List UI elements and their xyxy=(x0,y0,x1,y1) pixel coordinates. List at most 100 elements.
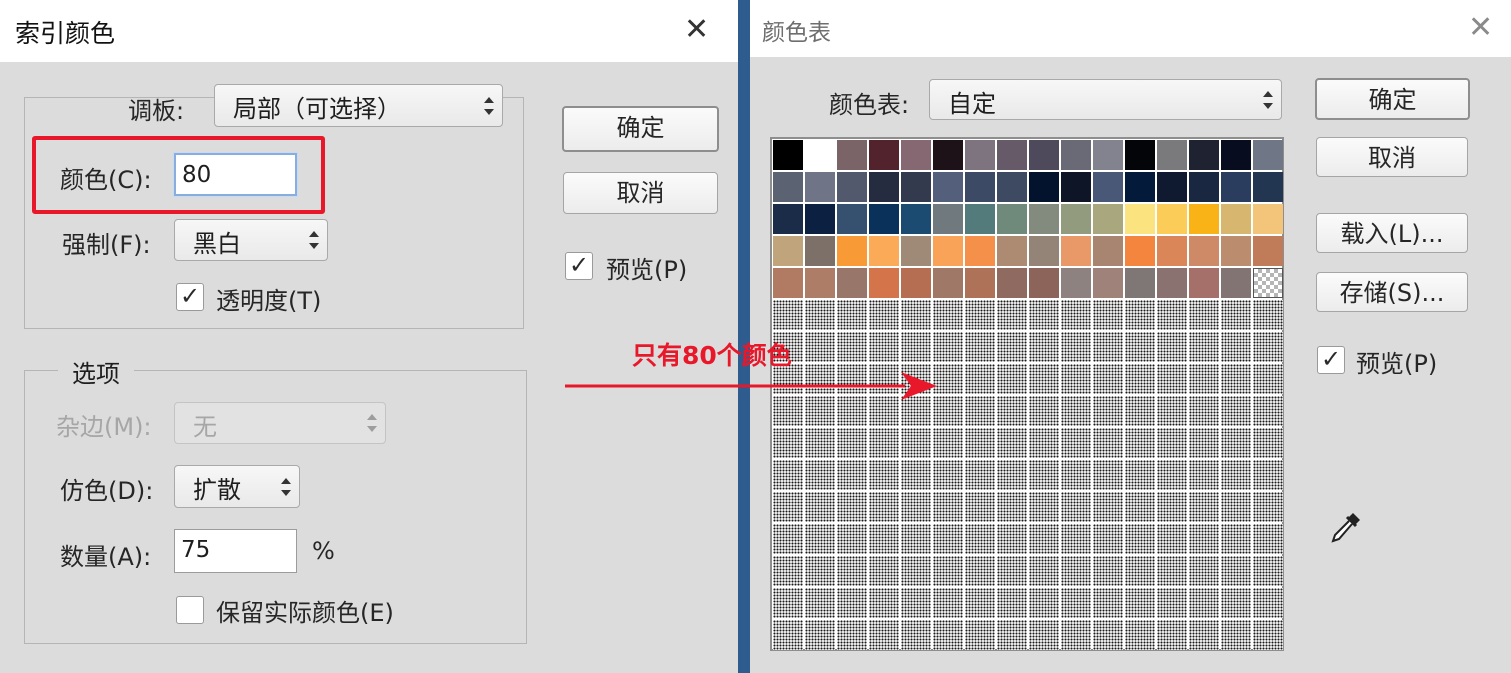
empty-swatch[interactable] xyxy=(1125,396,1155,426)
empty-swatch[interactable] xyxy=(1093,332,1123,362)
empty-swatch[interactable] xyxy=(1157,428,1187,458)
color-swatch[interactable] xyxy=(1253,236,1283,266)
color-swatch[interactable] xyxy=(933,204,963,234)
empty-swatch[interactable] xyxy=(1061,428,1091,458)
empty-swatch[interactable] xyxy=(773,300,803,330)
empty-swatch[interactable] xyxy=(805,460,835,490)
empty-swatch[interactable] xyxy=(997,620,1027,650)
color-swatch[interactable] xyxy=(1221,172,1251,202)
color-swatch[interactable] xyxy=(1125,268,1155,298)
cancel-button[interactable]: 取消 xyxy=(1316,137,1468,177)
empty-swatch[interactable] xyxy=(1221,428,1251,458)
color-swatch[interactable] xyxy=(773,204,803,234)
empty-swatch[interactable] xyxy=(837,332,867,362)
color-swatch[interactable] xyxy=(901,140,931,170)
color-swatch[interactable] xyxy=(997,204,1027,234)
empty-swatch[interactable] xyxy=(1189,428,1219,458)
empty-swatch[interactable] xyxy=(933,492,963,522)
empty-swatch[interactable] xyxy=(901,524,931,554)
color-swatch[interactable] xyxy=(773,268,803,298)
empty-swatch[interactable] xyxy=(1253,332,1283,362)
color-swatch[interactable] xyxy=(869,140,899,170)
color-swatch[interactable] xyxy=(901,204,931,234)
color-swatch[interactable] xyxy=(869,236,899,266)
empty-swatch[interactable] xyxy=(1221,300,1251,330)
empty-swatch[interactable] xyxy=(901,492,931,522)
empty-swatch[interactable] xyxy=(1093,492,1123,522)
empty-swatch[interactable] xyxy=(901,460,931,490)
empty-swatch[interactable] xyxy=(1221,524,1251,554)
empty-swatch[interactable] xyxy=(1157,588,1187,618)
empty-swatch[interactable] xyxy=(1253,620,1283,650)
empty-swatch[interactable] xyxy=(997,428,1027,458)
color-swatch[interactable] xyxy=(1253,204,1283,234)
color-swatch[interactable] xyxy=(805,140,835,170)
color-swatch[interactable] xyxy=(1221,236,1251,266)
color-swatch[interactable] xyxy=(869,204,899,234)
empty-swatch[interactable] xyxy=(869,492,899,522)
empty-swatch[interactable] xyxy=(1253,588,1283,618)
empty-swatch[interactable] xyxy=(1253,492,1283,522)
color-swatch[interactable] xyxy=(1029,236,1059,266)
empty-swatch[interactable] xyxy=(1157,396,1187,426)
empty-swatch[interactable] xyxy=(933,556,963,586)
forced-select[interactable]: 黑白 xyxy=(174,219,328,261)
empty-swatch[interactable] xyxy=(1061,300,1091,330)
color-swatch[interactable] xyxy=(1253,140,1283,170)
empty-swatch[interactable] xyxy=(869,556,899,586)
color-swatch[interactable] xyxy=(773,140,803,170)
empty-swatch[interactable] xyxy=(1189,300,1219,330)
empty-swatch[interactable] xyxy=(933,332,963,362)
empty-swatch[interactable] xyxy=(1253,460,1283,490)
empty-swatch[interactable] xyxy=(1189,364,1219,394)
color-swatch[interactable] xyxy=(965,236,995,266)
empty-swatch[interactable] xyxy=(997,300,1027,330)
color-swatch[interactable] xyxy=(1189,172,1219,202)
empty-swatch[interactable] xyxy=(1221,588,1251,618)
save-button[interactable]: 存储(S)... xyxy=(1316,272,1468,312)
transparent-swatch[interactable] xyxy=(1253,268,1283,298)
empty-swatch[interactable] xyxy=(997,556,1027,586)
color-swatch[interactable] xyxy=(1093,140,1123,170)
color-swatch[interactable] xyxy=(1189,236,1219,266)
empty-swatch[interactable] xyxy=(965,428,995,458)
empty-swatch[interactable] xyxy=(1221,460,1251,490)
empty-swatch[interactable] xyxy=(1029,396,1059,426)
empty-swatch[interactable] xyxy=(901,300,931,330)
empty-swatch[interactable] xyxy=(837,620,867,650)
dither-select[interactable]: 扩散 xyxy=(174,465,300,508)
empty-swatch[interactable] xyxy=(1125,332,1155,362)
empty-swatch[interactable] xyxy=(1157,364,1187,394)
empty-swatch[interactable] xyxy=(869,428,899,458)
empty-swatch[interactable] xyxy=(1253,300,1283,330)
color-swatch[interactable] xyxy=(805,204,835,234)
empty-swatch[interactable] xyxy=(805,556,835,586)
empty-swatch[interactable] xyxy=(837,300,867,330)
color-swatch[interactable] xyxy=(1093,172,1123,202)
empty-swatch[interactable] xyxy=(901,428,931,458)
color-swatch[interactable] xyxy=(933,268,963,298)
preview-checkbox[interactable]: ✓ xyxy=(565,252,593,280)
empty-swatch[interactable] xyxy=(1029,588,1059,618)
color-swatch[interactable] xyxy=(1125,204,1155,234)
ok-button[interactable]: 确定 xyxy=(1315,78,1470,120)
empty-swatch[interactable] xyxy=(1061,332,1091,362)
color-swatch[interactable] xyxy=(933,140,963,170)
empty-swatch[interactable] xyxy=(1029,556,1059,586)
empty-swatch[interactable] xyxy=(965,588,995,618)
color-swatch[interactable] xyxy=(901,236,931,266)
empty-swatch[interactable] xyxy=(1061,460,1091,490)
color-swatch[interactable] xyxy=(1029,268,1059,298)
empty-swatch[interactable] xyxy=(1125,492,1155,522)
empty-swatch[interactable] xyxy=(1157,556,1187,586)
empty-swatch[interactable] xyxy=(837,524,867,554)
empty-swatch[interactable] xyxy=(773,620,803,650)
empty-swatch[interactable] xyxy=(1093,300,1123,330)
color-swatch[interactable] xyxy=(773,236,803,266)
color-swatch[interactable] xyxy=(1093,204,1123,234)
color-swatch[interactable] xyxy=(933,172,963,202)
empty-swatch[interactable] xyxy=(997,332,1027,362)
empty-swatch[interactable] xyxy=(965,460,995,490)
empty-swatch[interactable] xyxy=(965,300,995,330)
color-swatch[interactable] xyxy=(1221,204,1251,234)
